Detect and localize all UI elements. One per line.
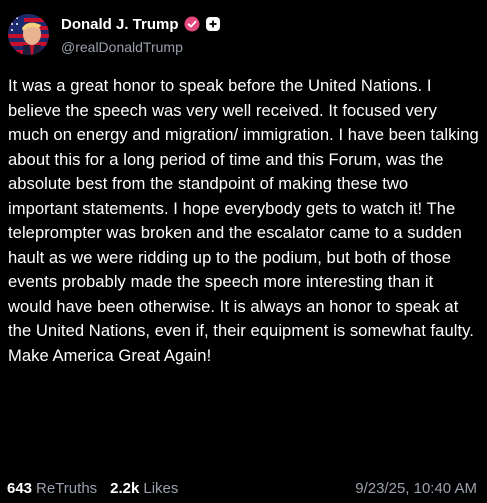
author-handle[interactable]: @realDonaldTrump (61, 39, 220, 55)
likes-label: Likes (143, 479, 179, 497)
avatar[interactable] (8, 14, 49, 55)
follow-button[interactable] (205, 17, 220, 31)
post-footer: 643 ReTruths 2.2k Likes 9/23/25, 10:40 A… (7, 478, 477, 498)
retruths-count: 643 (7, 479, 33, 497)
post-body: It was a great honor to speak before the… (8, 76, 479, 365)
post-header: Donald J. Trump @realDonaldTrump (8, 14, 220, 55)
likes-stat[interactable]: 2.2k Likes (110, 480, 178, 497)
verified-badge-icon (184, 16, 200, 32)
likes-count: 2.2k (110, 479, 140, 497)
avatar-image (8, 14, 49, 55)
retruths-label: ReTruths (36, 479, 98, 497)
display-name[interactable]: Donald J. Trump (61, 16, 179, 33)
post-timestamp[interactable]: 9/23/25, 10:40 AM (355, 480, 477, 497)
plus-icon (209, 20, 217, 28)
retruths-stat[interactable]: 643 ReTruths (7, 480, 97, 497)
name-row: Donald J. Trump (61, 14, 220, 34)
post-card: Donald J. Trump @realDonaldTrump It was … (0, 0, 487, 503)
author-block: Donald J. Trump @realDonaldTrump (61, 14, 220, 55)
